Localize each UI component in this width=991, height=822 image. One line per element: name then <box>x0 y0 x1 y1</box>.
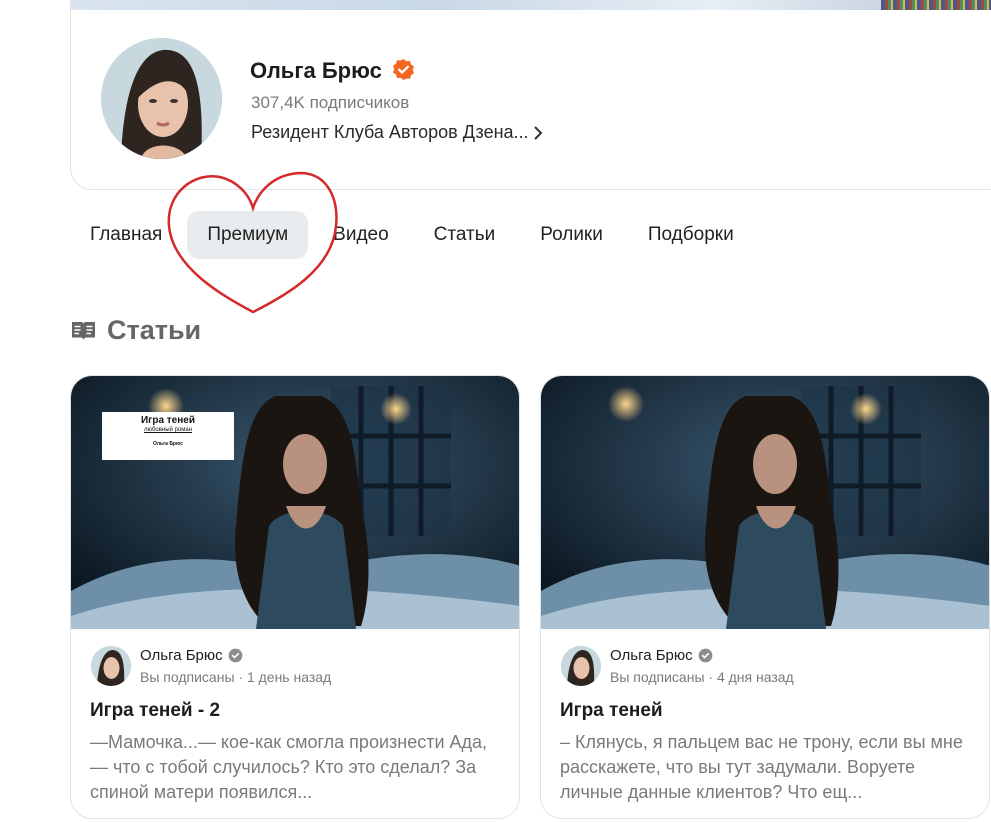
verified-check-icon <box>228 648 243 663</box>
verified-check-icon <box>698 648 713 663</box>
tab-bar: Главная Премиум Видео Статьи Ролики Подб… <box>70 211 754 259</box>
article-cover: Игра теней любовный роман Ольга Брюс <box>71 376 519 629</box>
tab-articles[interactable]: Статьи <box>414 211 516 259</box>
profile-name[interactable]: Ольга Брюс <box>250 58 382 84</box>
post-snippet: —Мамочка...— кое-как смогла произнести А… <box>90 732 488 802</box>
post-meta: Вы подписаны · 1 день назад <box>140 669 332 685</box>
post-meta: Вы подписаны · 4 дня назад <box>610 669 794 685</box>
cover-author: Ольга Брюс <box>153 441 183 447</box>
avatar[interactable] <box>101 38 222 159</box>
author-name-label: Ольга Брюс <box>140 647 223 664</box>
author-avatar[interactable] <box>91 646 131 686</box>
resident-label: Резидент Клуба Авторов Дзена... <box>251 122 529 142</box>
author-name-label: Ольга Брюс <box>610 647 693 664</box>
resident-link[interactable]: Резидент Клуба Авторов Дзена... <box>251 122 543 143</box>
tab-collections[interactable]: Подборки <box>628 211 754 259</box>
author-name[interactable]: Ольга Брюс <box>610 647 713 664</box>
author-avatar-portrait <box>91 646 131 686</box>
tab-premium[interactable]: Премиум <box>187 211 309 259</box>
article-card[interactable]: Игра теней любовный роман Ольга Брюс Оль… <box>70 375 520 819</box>
chevron-right-icon <box>533 125 542 140</box>
avatar-portrait <box>101 38 222 159</box>
author-avatar-portrait <box>561 646 601 686</box>
verified-badge-icon <box>392 58 415 81</box>
articles-icon <box>72 321 95 340</box>
author-name[interactable]: Ольга Брюс <box>140 647 243 664</box>
cover-photo <box>541 376 989 629</box>
post-snippet: – Клянусь, я пальцем вас не трону, если … <box>560 732 963 802</box>
tab-video[interactable]: Видео <box>313 211 409 259</box>
subscriber-count: 307,4K подписчиков <box>251 93 410 112</box>
article-cover <box>541 376 989 629</box>
article-card[interactable]: Ольга Брюс Вы подписаны · 4 дня назад Иг… <box>540 375 990 819</box>
post-title[interactable]: Игра теней - 2 <box>90 700 220 722</box>
cover-title: Игра теней <box>140 415 195 426</box>
author-avatar[interactable] <box>561 646 601 686</box>
tab-main[interactable]: Главная <box>70 211 182 259</box>
cover-title-label: Игра теней любовный роман Ольга Брюс <box>102 412 234 460</box>
section-title: Статьи <box>107 315 202 345</box>
post-title[interactable]: Игра теней <box>560 700 663 722</box>
section-header: Статьи <box>70 315 201 346</box>
cover-subtitle: любовный роман <box>143 427 193 433</box>
tab-clips[interactable]: Ролики <box>520 211 623 259</box>
